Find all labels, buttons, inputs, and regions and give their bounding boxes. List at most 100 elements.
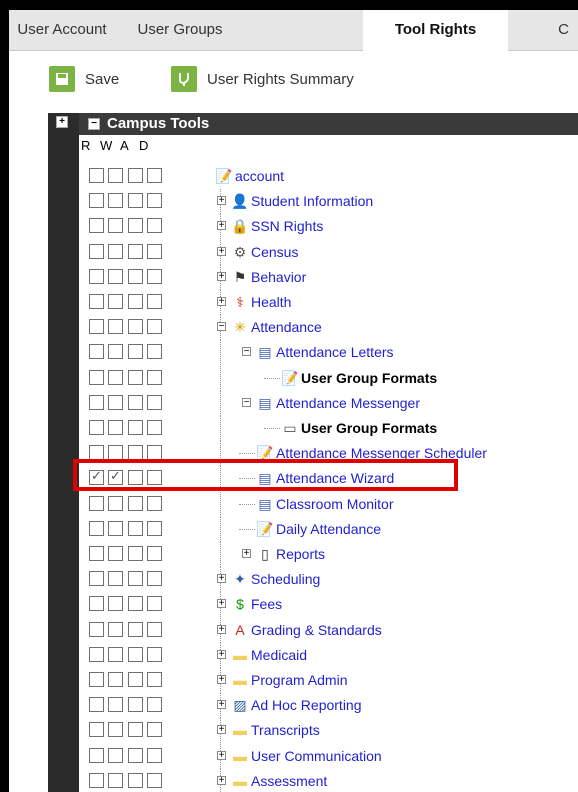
expand-plus-icon[interactable]: + <box>242 549 251 559</box>
tab-tool-rights[interactable]: Tool Rights <box>363 10 508 51</box>
checkbox-a[interactable] <box>128 193 143 209</box>
checkbox-a[interactable] <box>128 520 143 536</box>
checkbox-r[interactable] <box>89 218 104 234</box>
tree-node-label[interactable]: User Group Formats <box>301 370 437 386</box>
checkbox-d[interactable] <box>147 571 162 587</box>
tree-node-label[interactable]: Grading & Standards <box>251 622 382 638</box>
tree-node-label[interactable]: Student Information <box>251 193 373 209</box>
collapse-minus-icon[interactable]: − <box>242 347 251 357</box>
checkbox-w[interactable] <box>108 747 123 763</box>
checkbox-w[interactable] <box>108 319 123 335</box>
checkbox-w[interactable] <box>108 420 123 435</box>
checkbox-d[interactable] <box>147 193 162 209</box>
checkbox-a[interactable] <box>128 772 143 788</box>
checkbox-r[interactable] <box>89 369 104 385</box>
checkbox-r[interactable] <box>89 747 104 763</box>
checkbox-a[interactable] <box>128 672 143 687</box>
checkbox-r[interactable] <box>89 520 104 536</box>
tree-node-label[interactable]: Census <box>251 244 298 260</box>
checkbox-w[interactable] <box>108 495 123 511</box>
checkbox-w[interactable] <box>108 394 123 410</box>
checkbox-r[interactable] <box>89 319 104 335</box>
expand-plus-icon[interactable]: + <box>217 196 226 206</box>
checkbox-a[interactable] <box>128 243 143 259</box>
checkbox-r[interactable] <box>89 596 104 612</box>
tree-node-label[interactable]: Attendance <box>251 319 322 335</box>
expand-plus-icon[interactable]: + <box>217 725 226 735</box>
checkbox-w[interactable] <box>108 243 123 259</box>
tree-node-label[interactable]: SSN Rights <box>251 218 323 234</box>
expand-plus-icon[interactable]: + <box>217 271 226 281</box>
checkbox-a[interactable] <box>128 697 143 713</box>
checkbox-d[interactable] <box>147 672 162 687</box>
checkbox-w[interactable] <box>108 697 123 713</box>
tree-node-label[interactable]: User Communication <box>251 748 382 764</box>
checkbox-w[interactable] <box>108 344 123 360</box>
tree-node-label[interactable]: Transcripts <box>251 722 320 738</box>
tree-node-label[interactable]: Reports <box>276 546 325 562</box>
checkbox-r[interactable] <box>89 495 104 511</box>
checkbox-a[interactable] <box>128 747 143 763</box>
tab-c[interactable]: C <box>549 10 578 50</box>
checkbox-d[interactable] <box>147 218 162 234</box>
checkbox-d[interactable] <box>147 294 162 309</box>
expand-plus-icon[interactable]: + <box>217 574 226 584</box>
tree-node-label[interactable]: Classroom Monitor <box>276 496 393 512</box>
tree-node-label[interactable]: Fees <box>251 596 282 612</box>
checkbox-d[interactable] <box>147 369 162 385</box>
tree-node-label[interactable]: Program Admin <box>251 672 347 688</box>
tree-node-label[interactable]: Attendance Messenger <box>276 395 420 411</box>
checkbox-r[interactable] <box>89 168 104 183</box>
checkbox-a[interactable] <box>128 168 143 183</box>
checkbox-a[interactable] <box>128 596 143 612</box>
checkbox-a[interactable] <box>128 319 143 335</box>
checkbox-a[interactable] <box>128 420 143 435</box>
checkbox-r[interactable] <box>89 672 104 687</box>
checkbox-r[interactable] <box>89 344 104 360</box>
checkbox-d[interactable] <box>147 420 162 435</box>
tree-node-label[interactable]: Behavior <box>251 269 306 285</box>
collapse-minus-icon[interactable]: − <box>242 397 251 407</box>
expand-plus-icon[interactable]: + <box>217 775 226 785</box>
checkbox-r[interactable] <box>89 268 104 284</box>
checkbox-r[interactable] <box>89 193 104 209</box>
checkbox-a[interactable] <box>128 218 143 234</box>
checkbox-d[interactable] <box>147 445 162 461</box>
checkbox-d[interactable] <box>147 495 162 511</box>
checkbox-r[interactable] <box>89 546 104 561</box>
tree-node-label[interactable]: Assessment <box>251 773 327 789</box>
checkbox-a[interactable] <box>128 722 143 738</box>
expand-all-plus-icon[interactable]: + <box>56 116 68 128</box>
checkbox-a[interactable] <box>128 495 143 511</box>
checkbox-d[interactable] <box>147 243 162 259</box>
tree-node-label[interactable]: Ad Hoc Reporting <box>251 697 362 713</box>
checkbox-a[interactable] <box>128 394 143 410</box>
checkbox-a[interactable] <box>128 268 143 284</box>
expand-plus-icon[interactable]: + <box>217 599 226 609</box>
tree-node-label[interactable]: Attendance Letters <box>276 344 394 360</box>
checkbox-d[interactable] <box>147 722 162 738</box>
checkbox-r[interactable] <box>89 394 104 410</box>
checkbox-w[interactable] <box>108 369 123 385</box>
checkbox-w[interactable] <box>108 772 123 788</box>
checkbox-w[interactable] <box>108 722 123 738</box>
checkbox-a[interactable] <box>128 294 143 309</box>
expand-plus-icon[interactable]: + <box>217 297 226 307</box>
checkbox-w[interactable] <box>108 268 123 284</box>
checkbox-a[interactable] <box>128 646 143 662</box>
checkbox-d[interactable] <box>147 747 162 763</box>
checkbox-w[interactable] <box>108 621 123 637</box>
save-button[interactable]: Save <box>49 65 119 93</box>
checkbox-d[interactable] <box>147 520 162 536</box>
checkbox-w[interactable] <box>108 546 123 561</box>
checkbox-w[interactable] <box>108 294 123 309</box>
checkbox-d[interactable] <box>147 646 162 662</box>
checkbox-d[interactable] <box>147 772 162 788</box>
checkbox-w[interactable] <box>108 646 123 662</box>
checkbox-r[interactable] <box>89 722 104 738</box>
checkbox-a[interactable] <box>128 546 143 561</box>
checkbox-w[interactable] <box>108 596 123 612</box>
checkbox-a[interactable] <box>128 369 143 385</box>
checkbox-w[interactable] <box>108 445 123 461</box>
checkbox-d[interactable] <box>147 697 162 713</box>
